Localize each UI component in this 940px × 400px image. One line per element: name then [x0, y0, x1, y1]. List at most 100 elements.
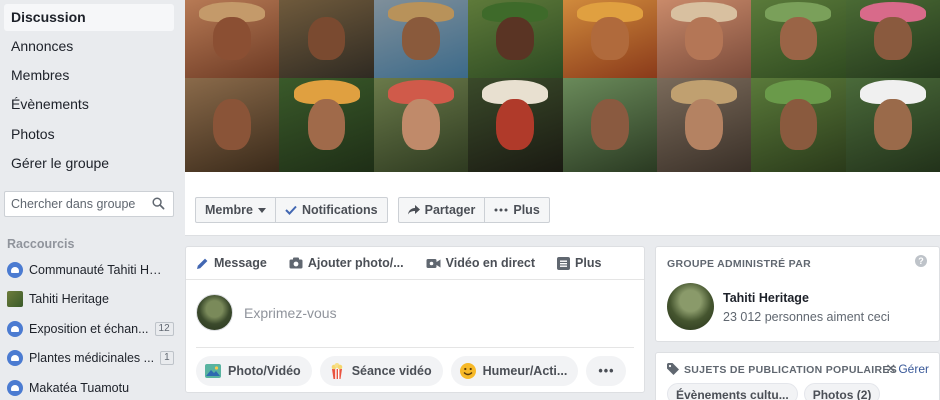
watch-party-label: Séance vidéo	[351, 364, 432, 378]
cover-portrait	[468, 0, 563, 78]
video-camera-icon	[426, 258, 441, 268]
cover-portrait	[751, 0, 846, 78]
tab-live-video-label: Vidéo en direct	[445, 256, 536, 270]
composer-input[interactable]: Exprimez-vous	[244, 305, 337, 321]
search-icon[interactable]	[152, 197, 165, 210]
tab-more-label: Plus	[575, 256, 602, 270]
group-admin-card: GROUPE ADMINISTRÉ PAR ? Tahiti Heritage …	[655, 246, 940, 342]
share-arrow-icon	[407, 205, 420, 215]
admin-page-name[interactable]: Tahiti Heritage	[723, 291, 809, 305]
cover-action-bar: Membre Notifications Partager Plus	[195, 197, 550, 223]
group-search-box	[4, 191, 174, 217]
left-sidebar: Discussion Annonces Membres Évènements P…	[0, 0, 180, 400]
post-composer: Message Ajouter photo/... Vidéo en direc…	[185, 246, 645, 393]
popular-topics-card: SUJETS DE PUBLICATION POPULAIRES ✕ Gérer…	[655, 352, 940, 400]
help-icon[interactable]: ?	[915, 255, 927, 267]
admin-page-likes: 23 012 personnes aiment ceci	[723, 310, 890, 324]
share-button-label: Partager	[424, 203, 476, 217]
page-photo-icon	[7, 291, 23, 307]
pencil-icon	[197, 258, 208, 269]
cover-portrait	[562, 78, 657, 172]
topics-card-heading: SUJETS DE PUBLICATION POPULAIRES	[684, 364, 898, 376]
cover-photo-collage[interactable]	[185, 0, 940, 172]
check-icon	[285, 205, 297, 215]
nav-photos[interactable]: Photos	[4, 121, 174, 148]
share-button-group: Partager Plus	[397, 197, 550, 223]
camera-icon	[289, 257, 303, 269]
member-button-label: Membre	[205, 203, 253, 217]
nav-evenements[interactable]: Évènements	[4, 91, 174, 118]
shortcut-item[interactable]: Communauté Tahiti He...	[7, 259, 175, 281]
shortcut-label: Exposition et échan...	[29, 322, 149, 336]
cover-portrait	[185, 0, 280, 78]
tab-add-photo[interactable]: Ajouter photo/...	[289, 256, 404, 270]
tab-message[interactable]: Message	[196, 256, 267, 270]
admin-card-heading: GROUPE ADMINISTRÉ PAR	[667, 258, 811, 270]
more-options-button[interactable]: •••	[586, 356, 627, 386]
shortcut-label: Communauté Tahiti He...	[29, 263, 165, 277]
photo-video-label: Photo/Vidéo	[228, 364, 301, 378]
admin-page-avatar[interactable]	[667, 283, 714, 330]
shortcut-item[interactable]: Tahiti Heritage	[7, 288, 175, 310]
notifications-button-label: Notifications	[301, 203, 378, 217]
topic-chip[interactable]: Photos (2)	[803, 383, 881, 400]
manage-topics-label: Gérer	[898, 362, 929, 376]
composer-tabs: Message Ajouter photo/... Vidéo en direc…	[186, 247, 644, 280]
shortcut-item[interactable]: Plantes médicinales ... 1	[7, 347, 175, 369]
group-search-input[interactable]	[5, 192, 145, 216]
watch-party-button[interactable]: Séance vidéo	[319, 356, 443, 386]
cover-portrait	[185, 78, 280, 172]
cover-portrait	[845, 0, 940, 78]
group-icon	[7, 350, 23, 366]
group-cover: Membre Notifications Partager Plus	[185, 0, 940, 236]
nav-membres[interactable]: Membres	[4, 62, 174, 89]
composer-options: Photo/Vidéo Séance vidéo Humeur/Acti... …	[196, 356, 627, 386]
membership-button-group: Membre Notifications	[195, 197, 388, 223]
cover-portrait	[373, 78, 469, 172]
close-icon: ✕	[885, 361, 897, 376]
notification-count-badge: 1	[160, 351, 174, 365]
shortcut-item[interactable]: Makatéa Tuamotu	[7, 377, 175, 399]
cover-portrait	[279, 0, 374, 78]
feeling-activity-button[interactable]: Humeur/Acti...	[450, 356, 579, 386]
divider	[196, 347, 634, 348]
notifications-button[interactable]: Notifications	[276, 198, 387, 222]
popcorn-icon	[331, 363, 342, 379]
user-avatar[interactable]	[196, 294, 233, 331]
shortcut-label: Makatéa Tuamotu	[29, 381, 130, 395]
nav-gerer-groupe[interactable]: Gérer le groupe	[4, 150, 174, 177]
smiley-icon	[459, 363, 476, 379]
group-icon	[7, 380, 23, 396]
topic-chips: Évènements cultu... Photos (2)	[667, 383, 881, 400]
cover-portrait	[845, 78, 940, 172]
ellipsis-icon	[494, 208, 508, 212]
feeling-activity-label: Humeur/Acti...	[482, 364, 568, 378]
shortcuts-heading: Raccourcis	[7, 237, 75, 251]
cover-portrait	[562, 0, 657, 78]
tab-more[interactable]: Plus	[557, 256, 601, 270]
cover-portrait	[373, 0, 469, 78]
photo-video-button[interactable]: Photo/Vidéo	[196, 356, 312, 386]
cover-portrait	[656, 78, 752, 172]
nav-annonces[interactable]: Annonces	[4, 33, 174, 60]
more-button[interactable]: Plus	[485, 198, 548, 222]
list-icon	[557, 256, 571, 270]
share-button[interactable]: Partager	[399, 198, 486, 222]
shortcut-item[interactable]: Exposition et échan... 12	[7, 318, 175, 340]
chevron-down-icon	[257, 207, 266, 213]
tab-live-video[interactable]: Vidéo en direct	[426, 256, 535, 270]
nav-discussion[interactable]: Discussion	[4, 4, 174, 31]
manage-topics-link[interactable]: ✕ Gérer	[885, 361, 929, 377]
shortcut-label: Tahiti Heritage	[29, 292, 109, 306]
notification-count-badge: 12	[154, 322, 174, 336]
cover-portrait	[656, 0, 752, 78]
tab-message-label: Message	[214, 256, 267, 270]
photo-icon	[205, 364, 221, 378]
member-button[interactable]: Membre	[196, 198, 276, 222]
cover-portrait	[751, 78, 846, 172]
cover-portrait	[279, 78, 374, 172]
more-button-label: Plus	[513, 203, 540, 217]
tag-icon	[667, 363, 679, 375]
group-icon	[7, 321, 23, 337]
topic-chip[interactable]: Évènements cultu...	[667, 383, 798, 400]
